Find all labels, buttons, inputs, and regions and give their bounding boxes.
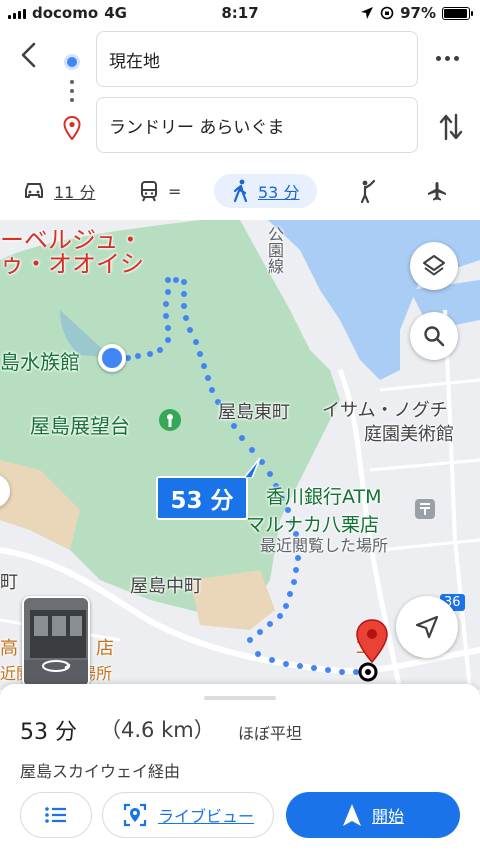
origin-dot-icon <box>64 54 80 70</box>
live-view-label: ライブビュー <box>157 807 254 826</box>
360-rotate-icon <box>42 660 71 672</box>
map-label-garden-1: イサム・ノグチ <box>322 400 448 421</box>
navigation-start-icon <box>342 804 361 826</box>
location-arrow-icon <box>361 7 374 19</box>
mode-walk[interactable]: 53 分 <box>214 174 318 208</box>
mode-drive[interactable]: 11 分 <box>22 174 95 208</box>
mode-walk-time: 53 分 <box>258 183 300 202</box>
rotation-lock-icon <box>380 6 394 20</box>
mode-rideshare[interactable] <box>356 174 378 208</box>
destination-field[interactable]: ランドリー あらいぐま <box>96 97 418 153</box>
layers-button[interactable] <box>410 242 458 290</box>
summary-time: 53 分 <box>20 720 77 745</box>
live-view-pin-icon <box>123 803 147 827</box>
directions-header: 現在地 ランドリー あらいぐま <box>0 28 480 160</box>
status-bar: docomo 4G 8:17 97% <box>0 0 480 28</box>
map-label-higashi: 屋島東町 <box>218 402 290 423</box>
summary-distance: （4.6 km） <box>100 718 215 742</box>
mode-drive-time: 11 分 <box>54 183 96 202</box>
map-label-naka: 屋島中町 <box>130 576 202 597</box>
street-view-thumbnail[interactable] <box>22 596 90 688</box>
map-label-left-town: 町 <box>0 572 18 593</box>
steps-button[interactable] <box>20 792 92 838</box>
battery-percent: 97% <box>400 4 436 22</box>
route-summary-sheet[interactable]: 53 分 （4.6 km） ほぼ平坦 屋島スカイウェイ経由 ライブビュー 開始 <box>0 684 480 854</box>
start-navigation-button[interactable]: 開始 <box>286 792 460 838</box>
swap-icon[interactable] <box>438 112 464 142</box>
summary-terrain: ほぼ平坦 <box>238 724 303 743</box>
mode-flight[interactable] <box>426 174 448 208</box>
recenter-button[interactable] <box>396 596 458 658</box>
viewpoint-icon <box>159 409 181 431</box>
hailing-person-icon <box>360 179 376 203</box>
mode-transit-value: = <box>168 181 182 201</box>
train-icon <box>141 181 157 202</box>
car-icon <box>25 183 43 198</box>
sheet-drag-handle[interactable] <box>204 696 276 700</box>
map-label-recent-1: 最近閲覧した場所 <box>260 536 389 555</box>
map-label-auberge-2: ゥ・オオイシ <box>0 250 144 278</box>
mode-transit[interactable]: = <box>138 174 181 208</box>
travel-mode-bar: 11 分 = 53 分 <box>0 160 480 220</box>
more-options-button[interactable] <box>436 48 462 68</box>
start-label: 開始 <box>371 807 404 826</box>
badge-pointer-icon <box>244 457 261 478</box>
battery-icon <box>442 6 473 20</box>
map-label-garden-2: 庭園美術館 <box>364 424 454 445</box>
map-label-park-road: 公園線 <box>265 226 284 274</box>
map-label-bank: 香川銀行ATM <box>266 486 382 508</box>
map-label-store-left: 高 <box>0 638 18 659</box>
origin-field[interactable]: 現在地 <box>96 31 418 87</box>
walk-icon <box>233 179 248 203</box>
map-label-observatory: 屋島展望台 <box>30 414 130 438</box>
list-icon <box>45 807 66 823</box>
destination-pin-icon <box>63 116 81 140</box>
layers-icon <box>423 255 445 276</box>
route-duration-badge[interactable]: 53 分 <box>156 476 248 520</box>
map-view[interactable]: ーベルジュ・ ゥ・オオイシ 公園線 島水族館 屋島展望台 屋島東町 イサム・ノグ… <box>0 220 480 690</box>
route-dots-icon <box>70 80 74 107</box>
summary-via: 屋島スカイウェイ経由 <box>20 762 181 781</box>
live-view-button[interactable]: ライブビュー <box>102 792 274 838</box>
post-office-icon <box>415 499 435 519</box>
navigation-arrow-icon <box>415 615 439 639</box>
airplane-icon <box>428 182 446 201</box>
search-icon <box>424 326 445 347</box>
map-label-aquarium: 島水族館 <box>0 350 80 374</box>
current-location-marker <box>98 344 126 372</box>
back-arrow-icon[interactable] <box>14 40 44 70</box>
map-label-store-left-2: 店 <box>96 638 114 659</box>
destination-marker-icon <box>356 619 388 682</box>
search-along-route-button[interactable] <box>410 312 458 360</box>
